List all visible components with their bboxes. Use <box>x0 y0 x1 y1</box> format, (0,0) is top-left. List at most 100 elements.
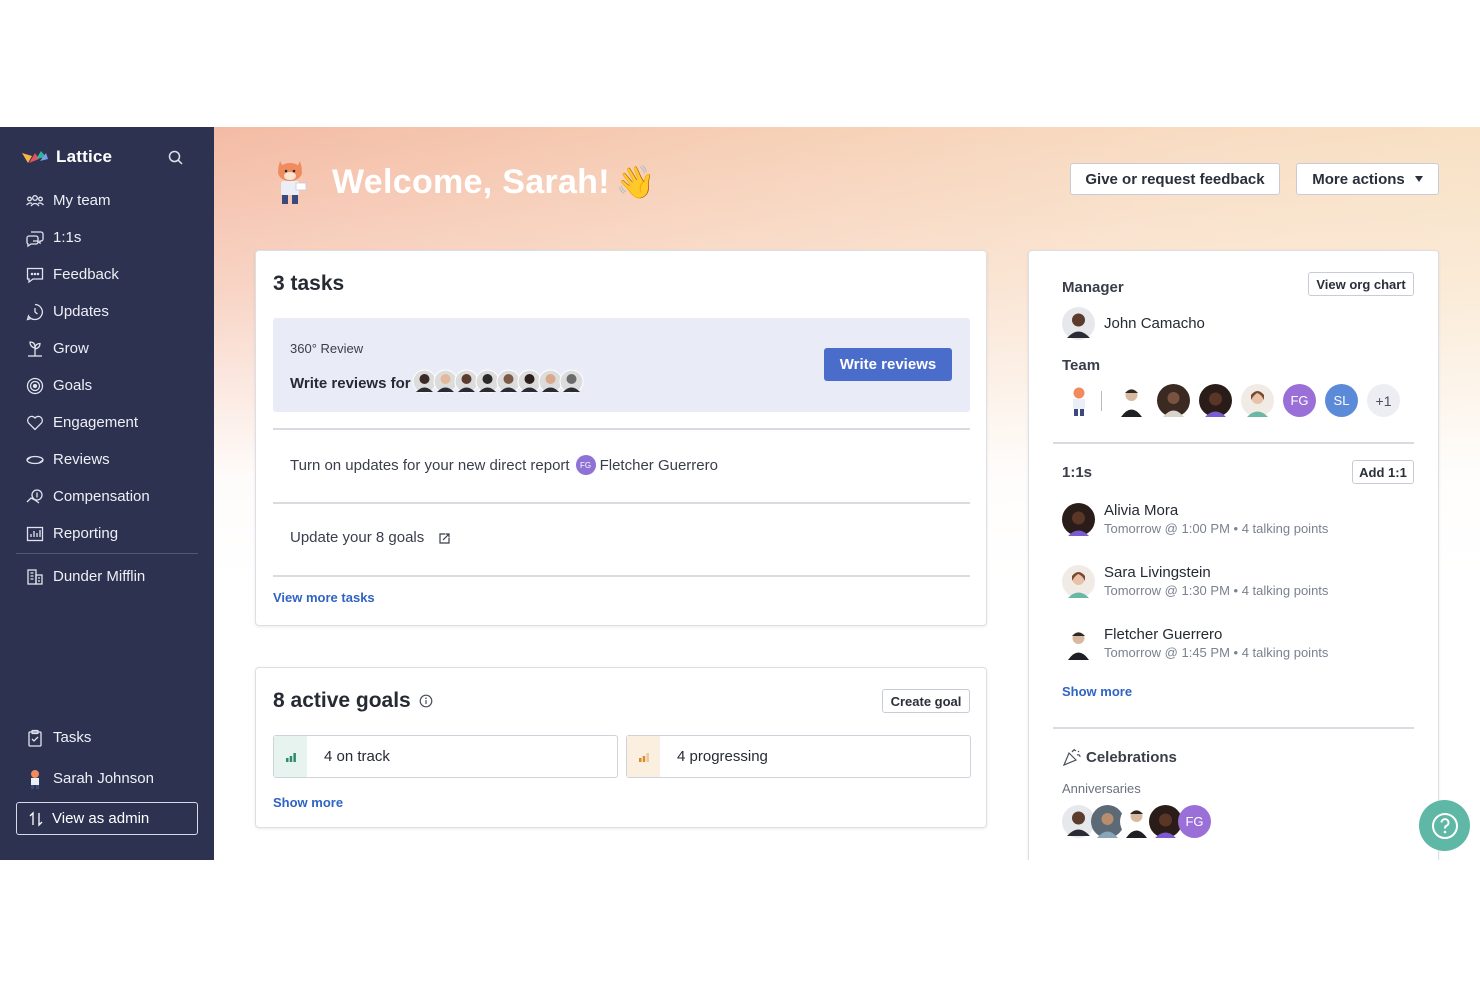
meeting-time: Tomorrow @ 1:45 PM <box>1104 645 1230 660</box>
feedback-button-label: Give or request feedback <box>1085 170 1265 188</box>
sidebar-item-label: Sarah Johnson <box>53 770 154 787</box>
brand-logo[interactable]: Lattice <box>20 147 112 167</box>
view-as-admin-button[interactable]: View as admin <box>16 802 198 835</box>
section-divider <box>1053 727 1414 729</box>
sidebar-item-compensation[interactable]: Compensation <box>14 478 200 515</box>
add-1on1-label: Add 1:1 <box>1359 464 1407 480</box>
sidebar-item-reporting[interactable]: Reporting <box>14 515 200 552</box>
meeting-row[interactable]: Alivia Mora Tomorrow @ 1:00 PM • 4 talki… <box>1062 502 1328 536</box>
team-icon <box>26 194 44 206</box>
sidebar-item-label: Goals <box>53 377 93 394</box>
avatar[interactable]: FG <box>1283 384 1316 417</box>
sidebar-item-label: Tasks <box>53 729 92 746</box>
team-divider <box>1101 390 1102 411</box>
task-updates-row[interactable]: Turn on updates for your new direct repo… <box>290 455 718 475</box>
tasks-card: 3 tasks 360° Review Write reviews for Wr… <box>255 250 987 626</box>
avatar[interactable] <box>1068 386 1090 416</box>
more-team-members[interactable]: +1 <box>1367 384 1400 417</box>
sidebar-item-engagement[interactable]: Engagement <box>14 404 200 441</box>
bar-chart-icon <box>638 752 649 762</box>
task-divider <box>273 428 970 430</box>
avatar[interactable] <box>1241 384 1274 417</box>
avatar[interactable] <box>1199 384 1232 417</box>
more-actions-dropdown[interactable]: More actions <box>1296 163 1439 195</box>
meeting-person-name: Fletcher Guerrero <box>1104 626 1223 643</box>
sidebar-org: Dunder Mifflin <box>14 558 200 595</box>
review-avatars <box>412 369 584 394</box>
manager-row[interactable]: John Camacho <box>1062 307 1205 340</box>
reporting-icon <box>26 526 44 541</box>
give-request-feedback-button[interactable]: Give or request feedback <box>1070 163 1280 195</box>
task-divider <box>273 575 970 577</box>
grow-icon <box>28 340 42 357</box>
sidebar-item-1on1s[interactable]: 1:1s <box>14 219 200 256</box>
create-goal-button[interactable]: Create goal <box>882 689 970 713</box>
anniversaries-label: Anniversaries <box>1062 781 1141 796</box>
meetings-show-more-link[interactable]: Show more <box>1062 684 1132 699</box>
goal-on-track-box[interactable]: 4 on track <box>273 735 618 778</box>
section-divider <box>1053 442 1414 444</box>
meeting-row[interactable]: Fletcher Guerrero Tomorrow @ 1:45 PM • 4… <box>1062 626 1328 660</box>
updates-icon <box>26 303 43 320</box>
caret-down-icon <box>1414 176 1423 182</box>
avatar[interactable] <box>1157 384 1190 417</box>
task-updates-text: Turn on updates for your new direct repo… <box>290 456 570 474</box>
chat-bubbles-icon <box>26 230 44 247</box>
meeting-details: Tomorrow @ 1:30 PM • 4 talking points <box>1104 583 1329 598</box>
sidebar-item-reviews[interactable]: Reviews <box>14 441 200 478</box>
goals-show-more-link[interactable]: Show more <box>273 795 343 810</box>
search-icon[interactable] <box>166 148 186 168</box>
info-icon[interactable] <box>419 694 433 708</box>
review-type-label: 360° Review <box>290 341 364 356</box>
view-more-tasks-link[interactable]: View more tasks <box>273 590 375 605</box>
sidebar-item-goals[interactable]: Goals <box>14 367 200 404</box>
review-task: 360° Review Write reviews for Write revi… <box>273 318 970 412</box>
bar-chart-icon <box>285 752 296 762</box>
clipboard-icon <box>28 729 42 747</box>
meeting-talking-points: 4 talking points <box>1241 645 1329 660</box>
avatar[interactable]: SL <box>1325 384 1358 417</box>
meeting-person-name: Sara Livingstein <box>1104 564 1211 581</box>
meeting-time: Tomorrow @ 1:30 PM <box>1104 583 1230 598</box>
party-popper-icon <box>1062 748 1081 766</box>
meeting-talking-points: 4 talking points <box>1241 583 1329 598</box>
welcome-header: Welcome, Sarah! 👋 <box>268 157 656 207</box>
sidebar-item-my-team[interactable]: My team <box>14 182 200 219</box>
brand-name: Lattice <box>56 147 113 166</box>
avatar <box>1062 564 1095 598</box>
goal-status-cell <box>274 736 307 777</box>
goal-on-track-text: 4 on track <box>324 748 390 765</box>
heart-icon <box>27 415 43 430</box>
sidebar-item-label: Compensation <box>53 488 150 505</box>
avatar[interactable]: FG <box>1178 805 1211 838</box>
view-org-chart-label: View org chart <box>1316 276 1406 292</box>
add-1on1-button[interactable]: Add 1:1 <box>1352 460 1414 484</box>
external-link-icon <box>439 532 450 544</box>
team-label: Team <box>1062 357 1101 374</box>
meeting-details: Tomorrow @ 1:45 PM • 4 talking points <box>1104 645 1329 660</box>
sidebar-item-profile[interactable]: Sarah Johnson <box>14 758 200 799</box>
sidebar-item-org[interactable]: Dunder Mifflin <box>14 558 200 595</box>
task-goals-row[interactable]: Update your 8 goals <box>290 529 452 546</box>
goal-progressing-box[interactable]: 4 progressing <box>626 735 971 778</box>
write-reviews-button[interactable]: Write reviews <box>824 348 952 381</box>
avatar: FG <box>575 455 596 475</box>
avatar <box>1062 307 1095 340</box>
compensation-icon <box>26 488 43 504</box>
reviews-icon <box>26 455 44 464</box>
view-org-chart-button[interactable]: View org chart <box>1308 272 1414 296</box>
sidebar-item-label: Engagement <box>53 414 139 431</box>
meeting-time: Tomorrow @ 1:00 PM <box>1104 521 1230 536</box>
meeting-row[interactable]: Sara Livingstein Tomorrow @ 1:30 PM • 4 … <box>1062 564 1328 598</box>
sidebar-item-updates[interactable]: Updates <box>14 293 200 330</box>
sidebar-item-feedback[interactable]: Feedback <box>14 256 200 293</box>
celebrations-header: Celebrations <box>1062 748 1177 766</box>
meeting-details: Tomorrow @ 1:00 PM • 4 talking points <box>1104 521 1329 536</box>
avatar <box>559 369 584 394</box>
task-goals-text: Update your 8 goals <box>290 529 425 546</box>
sidebar-item-grow[interactable]: Grow <box>14 330 200 367</box>
avatar[interactable] <box>1115 384 1148 417</box>
sidebar-item-tasks[interactable]: Tasks <box>14 717 200 758</box>
feedback-icon <box>26 267 44 283</box>
help-button[interactable] <box>1419 800 1470 851</box>
